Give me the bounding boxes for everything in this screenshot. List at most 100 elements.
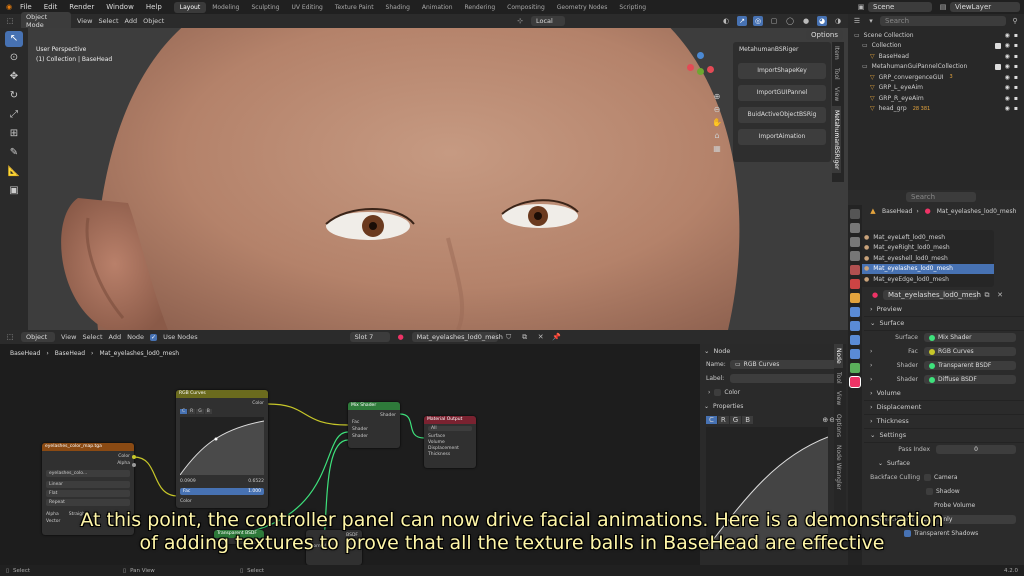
annotate-tool-icon[interactable]: ✎ <box>5 145 23 161</box>
viewport-menu-select[interactable]: Select <box>98 17 118 25</box>
properties-search-input[interactable]: Search <box>906 192 976 202</box>
curve-graph[interactable] <box>179 417 265 476</box>
scene-selector[interactable]: Scene <box>868 2 932 12</box>
node-menu-view[interactable]: View <box>61 333 76 341</box>
exclude-checkbox[interactable] <box>994 42 1001 49</box>
outliner-row[interactable]: ▭ MetahumanGuiPannelCollection ◉ ▪ <box>848 62 1024 73</box>
shading-wire-icon[interactable]: ◯ <box>785 16 795 26</box>
viewport-menu-view[interactable]: View <box>77 17 92 25</box>
color-checkbox[interactable] <box>714 388 722 396</box>
extension-dropdown[interactable]: Repeat <box>46 499 130 506</box>
expand-icon[interactable]: › <box>870 376 880 383</box>
surface-row-value[interactable]: Diffuse BSDF <box>924 375 1016 384</box>
outliner-search-input[interactable]: Search <box>880 16 1006 26</box>
tab-animation[interactable]: Animation <box>416 2 459 13</box>
surface-row-value[interactable]: Mix Shader <box>924 333 1016 342</box>
node-side-tab-node[interactable]: Node <box>834 344 843 368</box>
surface-row-value[interactable]: Transparent BSDF <box>924 361 1016 370</box>
gizmo-y-icon[interactable] <box>697 68 704 75</box>
tab-texture-paint[interactable]: Texture Paint <box>329 2 380 13</box>
eye-icon[interactable]: ◉ <box>1005 32 1010 39</box>
node-label-field[interactable] <box>730 373 840 383</box>
menu-render[interactable]: Render <box>63 3 100 11</box>
node-material-field[interactable]: Mat_eyelashes_lod0_mesh <box>411 332 503 342</box>
tab-geometry-nodes[interactable]: Geometry Nodes <box>551 2 614 13</box>
section-displacement[interactable]: › Displacement <box>864 401 1024 415</box>
orientation-dropdown[interactable]: Local <box>531 16 565 26</box>
view-layer-selector[interactable]: ViewLayer <box>950 2 1020 12</box>
cursor-tool-icon[interactable]: ⊙ <box>5 50 23 66</box>
outliner-row[interactable]: ▽ head_grp 28 381 ◉ ▪ <box>848 104 1024 115</box>
surface-row-value[interactable]: RGB Curves <box>924 347 1016 356</box>
transform-pivot-icon[interactable]: ⊹ <box>515 16 525 26</box>
side-tab-tool[interactable]: Tool <box>832 64 841 84</box>
measure-tool-icon[interactable]: 📐 <box>5 164 23 180</box>
eye-icon[interactable]: ◉ <box>1005 105 1010 112</box>
unlink-icon[interactable]: ✕ <box>536 332 546 342</box>
build-active-object-bsrig-button[interactable]: BuidActiveObjectBSRig <box>738 107 826 123</box>
curves-tab-c[interactable]: C <box>180 409 188 414</box>
node-menu-node[interactable]: Node <box>127 333 144 341</box>
viewport-menu-add[interactable]: Add <box>125 17 138 25</box>
image-file-field[interactable]: eyelashes_colo... <box>46 470 130 477</box>
breadcrumb-material[interactable]: Mat_eyelashes_lod0_mesh <box>937 208 1017 215</box>
material-name-field[interactable]: Mat_eyelashes_lod0_mesh <box>883 289 981 300</box>
output-target-dropdown[interactable]: All <box>428 426 472 431</box>
xray-icon[interactable]: ▢ <box>769 16 779 26</box>
menu-edit[interactable]: Edit <box>38 3 64 11</box>
slot-dropdown[interactable]: Slot 7 <box>349 332 390 342</box>
projection-dropdown[interactable]: Flat <box>46 490 130 497</box>
outliner-row[interactable]: ▽ GRP_L_eyeAim ◉ ▪ <box>848 83 1024 94</box>
gizmo-icon[interactable]: ↗ <box>737 16 747 26</box>
eye-icon[interactable]: ◉ <box>1005 42 1010 49</box>
image-alpha-socket[interactable] <box>132 463 136 467</box>
camera-render-icon[interactable]: ▪ <box>1014 95 1018 102</box>
material-tab-icon[interactable] <box>849 376 861 388</box>
material-slot[interactable]: ● Mat_eyeshell_lod0_mesh <box>860 253 994 264</box>
node-name-field[interactable]: ▭ RGB Curves <box>730 359 840 369</box>
camera-render-icon[interactable]: ▪ <box>1014 63 1018 70</box>
outliner-row[interactable]: ▽ GRP_convergenceGUI 3 ◉ ▪ <box>848 72 1024 83</box>
pan-hand-icon[interactable]: ✋ <box>711 116 723 129</box>
node-properties-section[interactable]: Properties <box>713 403 743 410</box>
outliner-row[interactable]: ▭ Scene Collection ◉ ▪ <box>848 30 1024 41</box>
copy-material-icon[interactable]: ⧉ <box>982 290 992 300</box>
add-cube-tool-icon[interactable]: ▣ <box>5 183 23 199</box>
render-tab-icon[interactable] <box>850 223 860 233</box>
node-menu-add[interactable]: Add <box>109 333 122 341</box>
visibility-icon[interactable]: ◐ <box>721 16 731 26</box>
funnel-icon[interactable]: ⚲ <box>1010 16 1020 26</box>
move-tool-icon[interactable]: ✥ <box>5 69 23 85</box>
output-tab-icon[interactable] <box>850 237 860 247</box>
unlink-material-icon[interactable]: ✕ <box>995 290 1005 300</box>
expand-icon[interactable]: › <box>870 348 880 355</box>
object-tab-icon[interactable] <box>850 293 860 303</box>
eye-icon[interactable]: ◉ <box>1005 53 1010 60</box>
side-tab-view[interactable]: View <box>832 83 841 105</box>
outliner-row[interactable]: ▽ BaseHead ◉ ▪ <box>848 51 1024 62</box>
eye-icon[interactable]: ◉ <box>1005 95 1010 102</box>
data-tab-icon[interactable] <box>850 363 860 373</box>
material-slot[interactable]: ● Mat_eyeRight_lod0_mesh <box>860 243 994 254</box>
use-nodes-checkbox[interactable]: ✓ <box>150 333 158 341</box>
node-menu-select[interactable]: Select <box>82 333 102 341</box>
node-side-tab-node-wrangler[interactable]: Node Wrangler <box>834 441 843 494</box>
gizmo-neg-x-icon[interactable] <box>707 66 714 73</box>
expand-icon[interactable]: › <box>870 362 880 369</box>
node-panel-header[interactable]: Node <box>713 347 730 355</box>
mix-shader-node[interactable]: Mix Shader Shader Fac Shader Shader <box>348 402 400 448</box>
section-thickness[interactable]: › Thickness <box>864 415 1024 429</box>
curves-tab-g[interactable]: G <box>196 409 204 414</box>
scale-tool-icon[interactable]: ⤢ <box>5 107 23 123</box>
camera-render-icon[interactable]: ▪ <box>1014 84 1018 91</box>
breadcrumb-object[interactable]: BaseHead <box>882 208 912 215</box>
material-output-node[interactable]: Material Output All Surface Volume Displ… <box>424 416 476 468</box>
interpolation-dropdown[interactable]: Linear <box>46 481 130 488</box>
constraints-tab-icon[interactable] <box>850 349 860 359</box>
particles-tab-icon[interactable] <box>850 321 860 331</box>
import-gui-panel-button[interactable]: ImportGUIPannel <box>738 85 826 101</box>
filter-icon[interactable]: ▾ <box>866 16 876 26</box>
shading-rendered-icon[interactable]: ◑ <box>833 16 843 26</box>
overlay-icon[interactable]: ◎ <box>753 16 763 26</box>
duplicate-icon[interactable]: ⧉ <box>520 332 530 342</box>
